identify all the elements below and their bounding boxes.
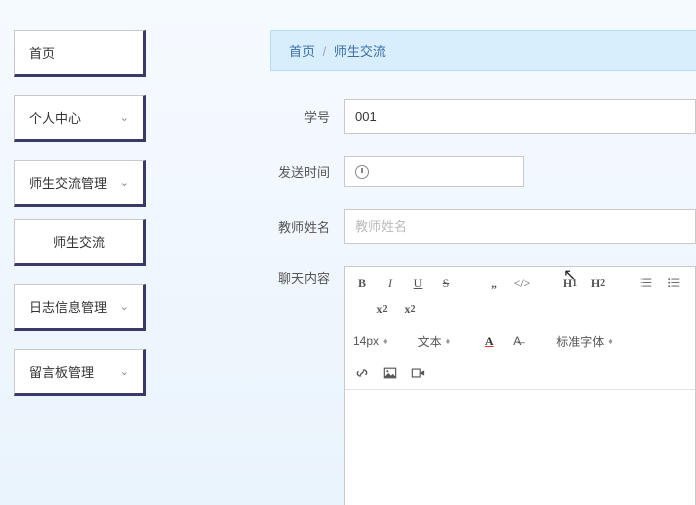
sidebar-item-log-mgmt[interactable]: 日志信息管理 ⌄ [14, 284, 146, 331]
italic-button[interactable]: I [381, 273, 399, 293]
caret-icon: ♦ [446, 336, 451, 346]
quote-button[interactable]: „ [485, 273, 503, 293]
editor-toolbar: B I U S „ </> H1 H2 [345, 267, 695, 390]
sidebar-item-label: 师生交流管理 [29, 173, 107, 192]
label-send-time: 发送时间 [270, 162, 330, 181]
font-size-value: 14px [353, 334, 379, 348]
underline-button[interactable]: U [409, 273, 427, 293]
breadcrumb-current: 师生交流 [334, 44, 386, 59]
bold-button[interactable]: B [353, 273, 371, 293]
main-content: 首页 / 师生交流 学号 发送时间 教师姓名 聊天内容 B I [160, 0, 696, 505]
breadcrumb-root[interactable]: 首页 [289, 44, 315, 59]
student-id-input[interactable] [344, 99, 696, 134]
sidebar-item-label: 留言板管理 [29, 362, 94, 381]
unordered-list-button[interactable] [665, 273, 683, 293]
strikethrough-button[interactable]: S [437, 273, 455, 293]
teacher-name-input[interactable] [344, 209, 696, 244]
send-time-input[interactable] [344, 156, 524, 187]
breadcrumb-separator: / [323, 44, 327, 59]
send-time-field[interactable] [377, 164, 513, 179]
chevron-down-icon: ⌄ [120, 300, 129, 313]
sidebar-item-message-board-mgmt[interactable]: 留言板管理 ⌄ [14, 349, 146, 396]
h2-button[interactable]: H2 [589, 273, 607, 293]
rich-text-editor: B I U S „ </> H1 H2 [344, 266, 696, 505]
content-type-select[interactable]: 文本 ♦ [418, 333, 451, 350]
font-size-select[interactable]: 14px ♦ [353, 334, 388, 348]
sidebar-item-profile[interactable]: 个人中心 ⌄ [14, 95, 146, 142]
label-teacher-name: 教师姓名 [270, 217, 330, 236]
code-button[interactable]: </> [513, 273, 531, 293]
chevron-down-icon: ⌄ [120, 176, 129, 189]
video-button[interactable] [409, 363, 427, 383]
label-chat-content: 聊天内容 [270, 266, 330, 287]
sidebar-item-label: 个人中心 [29, 108, 81, 127]
editor-content-area[interactable] [345, 390, 695, 505]
font-family-select[interactable]: 标准字体 ♦ [556, 333, 613, 350]
sidebar-item-label: 首页 [29, 43, 55, 62]
sidebar-item-teacher-student-mgmt[interactable]: 师生交流管理 ⌄ [14, 160, 146, 207]
clock-icon [355, 165, 369, 179]
link-button[interactable] [353, 363, 371, 383]
sidebar-item-label: 日志信息管理 [29, 297, 107, 316]
caret-icon: ♦ [608, 336, 613, 346]
subscript-button[interactable]: x2 [373, 299, 391, 319]
font-color-button[interactable]: A [480, 331, 498, 351]
sidebar: 首页 个人中心 ⌄ 师生交流管理 ⌄ 师生交流 日志信息管理 ⌄ 留言板管理 ⌄ [0, 0, 160, 505]
chevron-down-icon: ⌄ [120, 365, 129, 378]
font-family-value: 标准字体 [556, 333, 604, 350]
breadcrumb: 首页 / 师生交流 [270, 30, 696, 71]
ordered-list-button[interactable] [637, 273, 655, 293]
chevron-down-icon: ⌄ [120, 111, 129, 124]
content-type-value: 文本 [418, 333, 442, 350]
caret-icon: ♦ [383, 336, 388, 346]
superscript-button[interactable]: x2 [401, 299, 419, 319]
label-student-id: 学号 [270, 107, 330, 126]
image-button[interactable] [381, 363, 399, 383]
sidebar-item-home[interactable]: 首页 [14, 30, 146, 77]
sidebar-subitem-teacher-student[interactable]: 师生交流 [14, 219, 146, 266]
sidebar-item-label: 师生交流 [53, 235, 105, 250]
clear-format-button[interactable]: A̶ [508, 331, 526, 351]
h1-button[interactable]: H1 [561, 273, 579, 293]
